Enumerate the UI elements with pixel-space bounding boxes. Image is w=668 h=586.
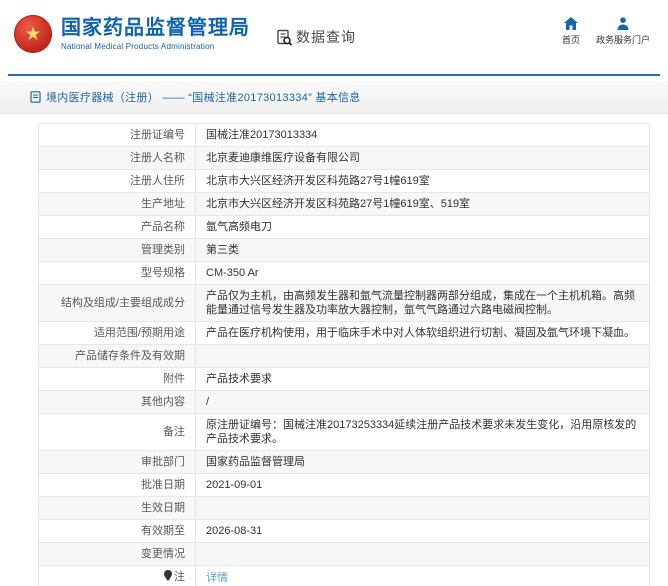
- table-row: 注 详情: [38, 565, 650, 586]
- row-value: [195, 542, 650, 566]
- breadcrumb: 境内医疗器械（注册） —— “国械注准20173013334” 基本信息: [0, 81, 668, 114]
- row-value: 详情: [195, 565, 650, 586]
- table-row: 生产地址 北京市大兴区经济开发区科苑路27号1幢619室、519室: [38, 192, 650, 216]
- star-icon: ★: [24, 23, 42, 45]
- row-value: [195, 344, 650, 368]
- site-title: 国家药品监督管理局: [61, 17, 250, 39]
- row-label: 审批部门: [38, 450, 196, 474]
- table-row: 管理类别 第三类: [38, 238, 650, 262]
- row-label: 生效日期: [38, 496, 196, 520]
- page: ★ 国家药品监督管理局 National Medical Products Ad…: [0, 0, 668, 586]
- nav-gov-portal[interactable]: 政务服务门户: [596, 17, 650, 46]
- row-label: 注册人住所: [38, 169, 196, 193]
- document-icon: [30, 91, 41, 103]
- row-value: /: [195, 390, 650, 414]
- row-label: 产品储存条件及有效期: [38, 344, 196, 368]
- pin-icon: [164, 570, 172, 585]
- table-row: 注册证编号 国械注准20173013334: [38, 123, 650, 147]
- row-value: 第三类: [195, 238, 650, 262]
- data-query-tab[interactable]: 数据查询: [276, 27, 356, 47]
- row-label: 产品名称: [38, 215, 196, 239]
- row-value: 国家药品监督管理局: [195, 450, 650, 474]
- title-block: 国家药品监督管理局 National Medical Products Admi…: [61, 15, 250, 51]
- nmpa-emblem-logo: ★: [14, 15, 52, 53]
- row-label: 有效期至: [38, 519, 196, 543]
- table-row: 产品储存条件及有效期: [38, 344, 650, 368]
- nav-home[interactable]: 首页: [562, 17, 580, 46]
- row-value: 北京市大兴区经济开发区科苑路27号1幢619室: [195, 169, 650, 193]
- row-label: 其他内容: [38, 390, 196, 414]
- table-row: 批准日期 2021-09-01: [38, 473, 650, 497]
- table-row: 适用范围/预期用途 产品在医疗机构使用，用于临床手术中对人体软组织进行切割、凝固…: [38, 321, 650, 345]
- row-value: 国械注准20173013334: [195, 123, 650, 147]
- row-label: 注: [38, 565, 196, 586]
- doc-search-icon: [276, 29, 293, 46]
- row-value: 2021-09-01: [195, 473, 650, 497]
- table-row: 生效日期: [38, 496, 650, 520]
- row-value: 2026-08-31: [195, 519, 650, 543]
- breadcrumb-title: 境内医疗器械（注册） —— “国械注准20173013334” 基本信息: [46, 92, 361, 104]
- row-value: 产品技术要求: [195, 367, 650, 391]
- row-value: CM-350 Ar: [195, 261, 650, 285]
- row-label: 注册证编号: [38, 123, 196, 147]
- table-row: 审批部门 国家药品监督管理局: [38, 450, 650, 474]
- row-label: 备注: [38, 413, 196, 451]
- detail-link[interactable]: 详情: [206, 572, 228, 584]
- site-subtitle: National Medical Products Administration: [61, 42, 215, 51]
- row-label: 附件: [38, 367, 196, 391]
- top-nav: 首页 政务服务门户: [562, 17, 650, 46]
- row-value: [195, 496, 650, 520]
- info-table-body: 注册证编号 国械注准20173013334 注册人名称 北京麦迪康维医疗设备有限…: [38, 123, 650, 586]
- user-icon: [616, 17, 630, 30]
- row-value: 北京市大兴区经济开发区科苑路27号1幢619室、519室: [195, 192, 650, 216]
- table-row: 结构及组成/主要组成成分 产品仅为主机，由高频发生器和氩气流量控制器两部分组成，…: [38, 284, 650, 322]
- site-header: ★ 国家药品监督管理局 National Medical Products Ad…: [0, 0, 668, 74]
- home-icon: [563, 17, 578, 30]
- row-label: 变更情况: [38, 542, 196, 566]
- table-row: 注册人住所 北京市大兴区经济开发区科苑路27号1幢619室: [38, 169, 650, 193]
- row-value: 北京麦迪康维医疗设备有限公司: [195, 146, 650, 170]
- row-label: 批准日期: [38, 473, 196, 497]
- row-label: 注册人名称: [38, 146, 196, 170]
- table-row: 有效期至 2026-08-31: [38, 519, 650, 543]
- row-value: 氩气高频电刀: [195, 215, 650, 239]
- row-label: 型号规格: [38, 261, 196, 285]
- nav-home-label: 首页: [561, 35, 580, 45]
- row-value: 原注册证编号：国械注准20173253334延续注册产品技术要求未发生变化，沿用…: [195, 413, 650, 451]
- row-value: 产品在医疗机构使用，用于临床手术中对人体软组织进行切割、凝固及氩气环境下凝血。: [195, 321, 650, 345]
- table-row: 注册人名称 北京麦迪康维医疗设备有限公司: [38, 146, 650, 170]
- row-label: 适用范围/预期用途: [38, 321, 196, 345]
- row-value: 产品仅为主机，由高频发生器和氩气流量控制器两部分组成，集成在一个主机机箱。高频能…: [195, 284, 650, 322]
- table-row: 其他内容 /: [38, 390, 650, 414]
- row-label: 结构及组成/主要组成成分: [38, 284, 196, 322]
- row-label: 生产地址: [38, 192, 196, 216]
- table-row: 备注 原注册证编号：国械注准20173253334延续注册产品技术要求未发生变化…: [38, 413, 650, 451]
- header-divider: [8, 74, 660, 76]
- table-row: 型号规格 CM-350 Ar: [38, 261, 650, 285]
- data-query-label: 数据查询: [296, 29, 356, 45]
- device-info-table: 注册证编号 国械注准20173013334 注册人名称 北京麦迪康维医疗设备有限…: [38, 123, 650, 586]
- table-row: 产品名称 氩气高频电刀: [38, 215, 650, 239]
- table-row: 变更情况: [38, 542, 650, 566]
- row-label: 管理类别: [38, 238, 196, 262]
- nav-gov-portal-label: 政务服务门户: [595, 35, 650, 45]
- table-row: 附件 产品技术要求: [38, 367, 650, 391]
